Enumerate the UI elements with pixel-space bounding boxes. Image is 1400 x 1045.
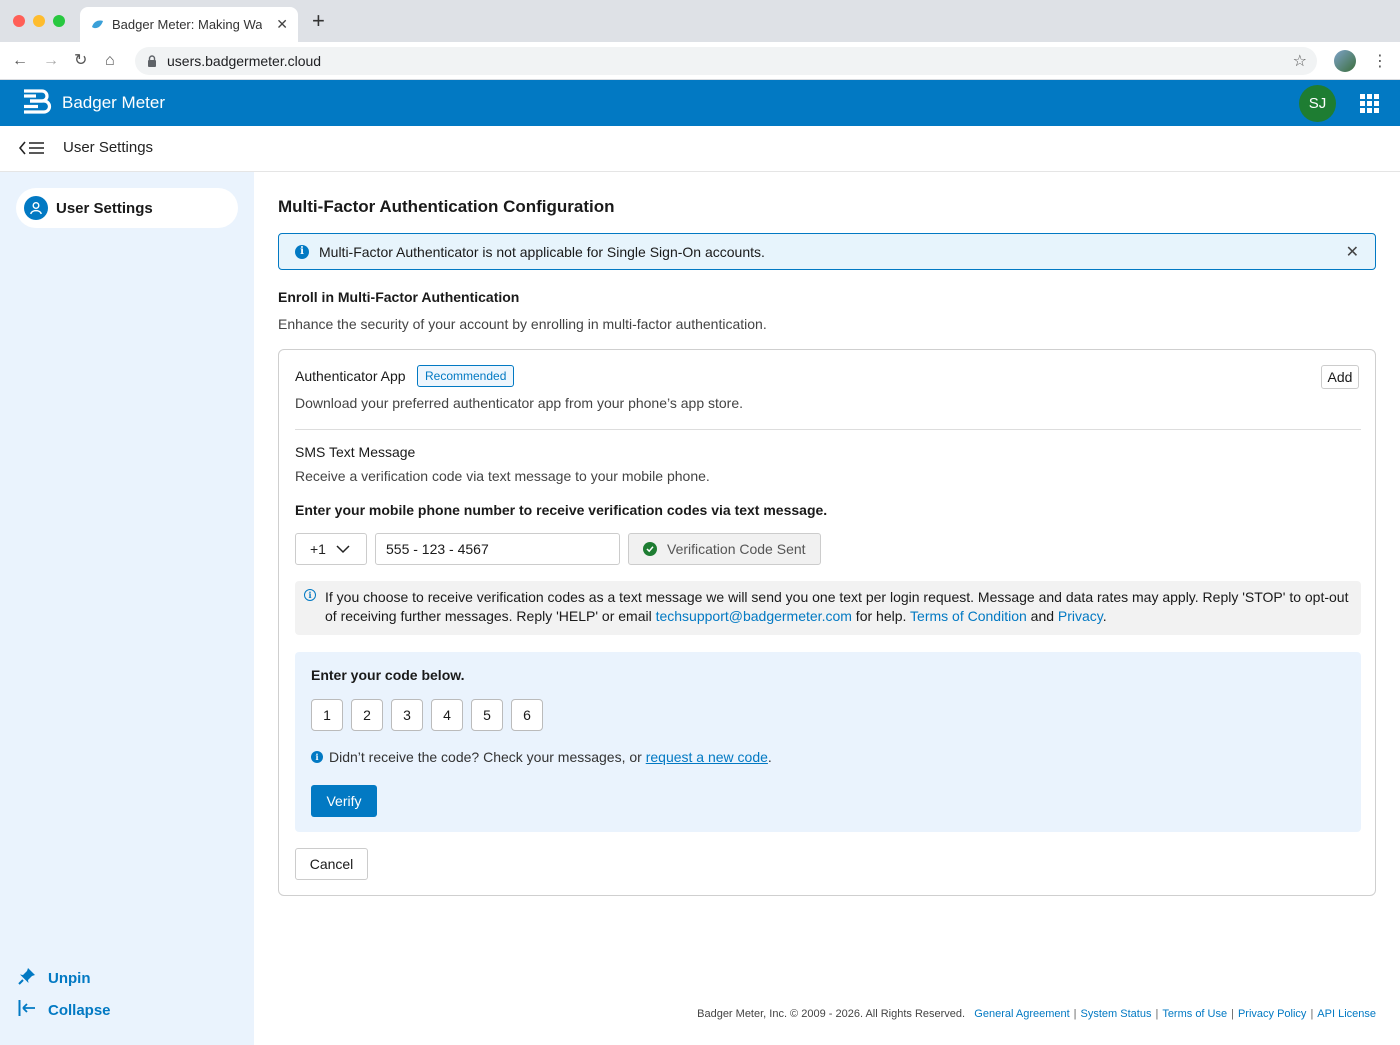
window-close-button[interactable]	[13, 15, 25, 27]
footer-link-privacy-policy[interactable]: Privacy Policy	[1238, 1008, 1306, 1020]
privacy-link[interactable]: Privacy	[1058, 608, 1103, 624]
chevron-down-icon	[336, 545, 350, 554]
alert-close-icon[interactable]: ✕	[1346, 242, 1359, 262]
alert-text: Multi-Factor Authenticator is not applic…	[319, 243, 765, 260]
favicon-icon	[92, 20, 103, 28]
code-digit-input[interactable]: 5	[471, 699, 503, 731]
sub-header: User Settings	[0, 126, 1400, 172]
app-header: Badger Meter SJ	[0, 80, 1400, 126]
verification-sent-label: Verification Code Sent	[667, 541, 806, 557]
country-code-value: +1	[310, 541, 326, 557]
enroll-description: Enhance the security of your account by …	[278, 316, 767, 332]
verification-code-sent-button: Verification Code Sent	[628, 533, 821, 565]
terms-of-condition-link[interactable]: Terms of Condition	[910, 608, 1027, 624]
footer-link-general-agreement[interactable]: General Agreement	[974, 1008, 1069, 1020]
code-digit-input[interactable]: 4	[431, 699, 463, 731]
notice-text-part: and	[1026, 608, 1058, 624]
code-digit-input[interactable]: 1	[311, 699, 343, 731]
request-new-code-link[interactable]: request a new code	[646, 749, 768, 765]
url-text: users.badgermeter.cloud	[167, 53, 322, 69]
cancel-button[interactable]: Cancel	[295, 848, 368, 880]
badger-meter-logo-icon	[24, 89, 52, 114]
tab-close-icon[interactable]: ✕	[276, 16, 288, 33]
mfa-methods-card: Authenticator App Recommended Add Downlo…	[278, 349, 1376, 896]
footer-link-terms-of-use[interactable]: Terms of Use	[1162, 1008, 1227, 1020]
sub-header-title: User Settings	[63, 139, 154, 156]
collapse-left-icon	[18, 999, 40, 1022]
collapse-menu-icon[interactable]	[19, 141, 45, 155]
resend-hint: i Didn’t receive the code? Check your me…	[311, 749, 772, 765]
info-icon: i	[304, 589, 316, 601]
collapse-button[interactable]: Collapse	[18, 999, 111, 1022]
sso-alert: i Multi-Factor Authenticator is not appl…	[278, 233, 1376, 270]
collapse-label: Collapse	[48, 1002, 111, 1019]
copyright: Badger Meter, Inc. © 2009 - 2026. All Ri…	[697, 1008, 966, 1020]
notice-text: If you choose to receive verification co…	[325, 588, 1355, 626]
browser-profile-avatar[interactable]	[1334, 50, 1356, 72]
unpin-label: Unpin	[48, 970, 91, 987]
footer-link-system-status[interactable]: System Status	[1081, 1008, 1152, 1020]
lock-icon	[148, 55, 156, 67]
browser-tab[interactable]: Badger Meter: Making Wat ✕	[80, 7, 298, 42]
add-authenticator-button[interactable]: Add	[1321, 365, 1359, 389]
tab-title: Badger Meter: Making Wat	[112, 17, 262, 32]
authenticator-app-title: Authenticator App	[295, 368, 406, 384]
browser-tab-bar: Badger Meter: Making Wat ✕ +	[0, 0, 1400, 42]
forward-icon[interactable]: →	[43, 51, 59, 71]
sms-title: SMS Text Message	[295, 444, 416, 460]
bookmark-star-icon[interactable]: ☆	[1293, 51, 1307, 71]
info-icon: i	[295, 244, 309, 259]
user-icon	[24, 196, 48, 220]
pin-icon	[18, 967, 40, 990]
code-digit-input[interactable]: 2	[351, 699, 383, 731]
home-icon[interactable]: ⌂	[105, 51, 115, 71]
browser-menu-icon[interactable]: ⋮	[1372, 51, 1388, 71]
code-entry-panel: Enter your code below. 1 2 3 4 5 6 i Did…	[295, 652, 1361, 832]
new-tab-icon[interactable]: +	[312, 10, 325, 32]
reload-icon[interactable]: ↻	[74, 51, 87, 71]
support-email-link[interactable]: techsupport@badgermeter.com	[656, 608, 852, 624]
code-entry-title: Enter your code below.	[311, 667, 465, 683]
sms-description: Receive a verification code via text mes…	[295, 468, 710, 484]
divider	[295, 429, 1361, 430]
notice-text-part: for help.	[851, 608, 911, 624]
sms-prompt: Enter your mobile phone number to receiv…	[295, 502, 828, 518]
code-digit-input[interactable]: 3	[391, 699, 423, 731]
sms-consent-notice: i If you choose to receive verification …	[295, 581, 1361, 635]
recommended-badge: Recommended	[417, 365, 515, 387]
phone-number-input[interactable]: 555 - 123 - 4567	[375, 533, 620, 565]
verify-button[interactable]: Verify	[311, 785, 377, 817]
window-minimize-button[interactable]	[33, 15, 45, 27]
resend-text: Didn’t receive the code? Check your mess…	[329, 749, 642, 765]
address-bar: ← → ↻ ⌂ users.badgermeter.cloud ☆ ⋮	[0, 42, 1400, 80]
check-circle-icon	[643, 542, 657, 556]
info-icon: i	[311, 751, 323, 763]
app-launcher-icon[interactable]	[1360, 94, 1379, 113]
url-field[interactable]: users.badgermeter.cloud ☆	[135, 47, 1317, 75]
sidebar-item-user-settings[interactable]: User Settings	[16, 188, 238, 228]
authenticator-app-description: Download your preferred authenticator ap…	[295, 395, 744, 411]
footer-link-api-license[interactable]: API License	[1317, 1008, 1376, 1020]
brand-name: Badger Meter	[62, 93, 165, 112]
resend-text-end: .	[767, 749, 772, 765]
code-digit-input[interactable]: 6	[511, 699, 543, 731]
window-maximize-button[interactable]	[53, 15, 65, 27]
country-code-select[interactable]: +1	[295, 533, 367, 565]
page-title: Multi-Factor Authentication Configuratio…	[278, 197, 615, 216]
sidebar: User Settings Unpin Collapse	[0, 172, 254, 1045]
sidebar-item-label: User Settings	[56, 199, 153, 217]
unpin-button[interactable]: Unpin	[18, 967, 91, 990]
footer: Badger Meter, Inc. © 2009 - 2026. All Ri…	[697, 1008, 1376, 1020]
enroll-title: Enroll in Multi-Factor Authentication	[278, 289, 520, 305]
notice-text-part: .	[1102, 608, 1107, 624]
back-icon[interactable]: ←	[12, 51, 28, 71]
user-avatar[interactable]: SJ	[1299, 85, 1336, 122]
